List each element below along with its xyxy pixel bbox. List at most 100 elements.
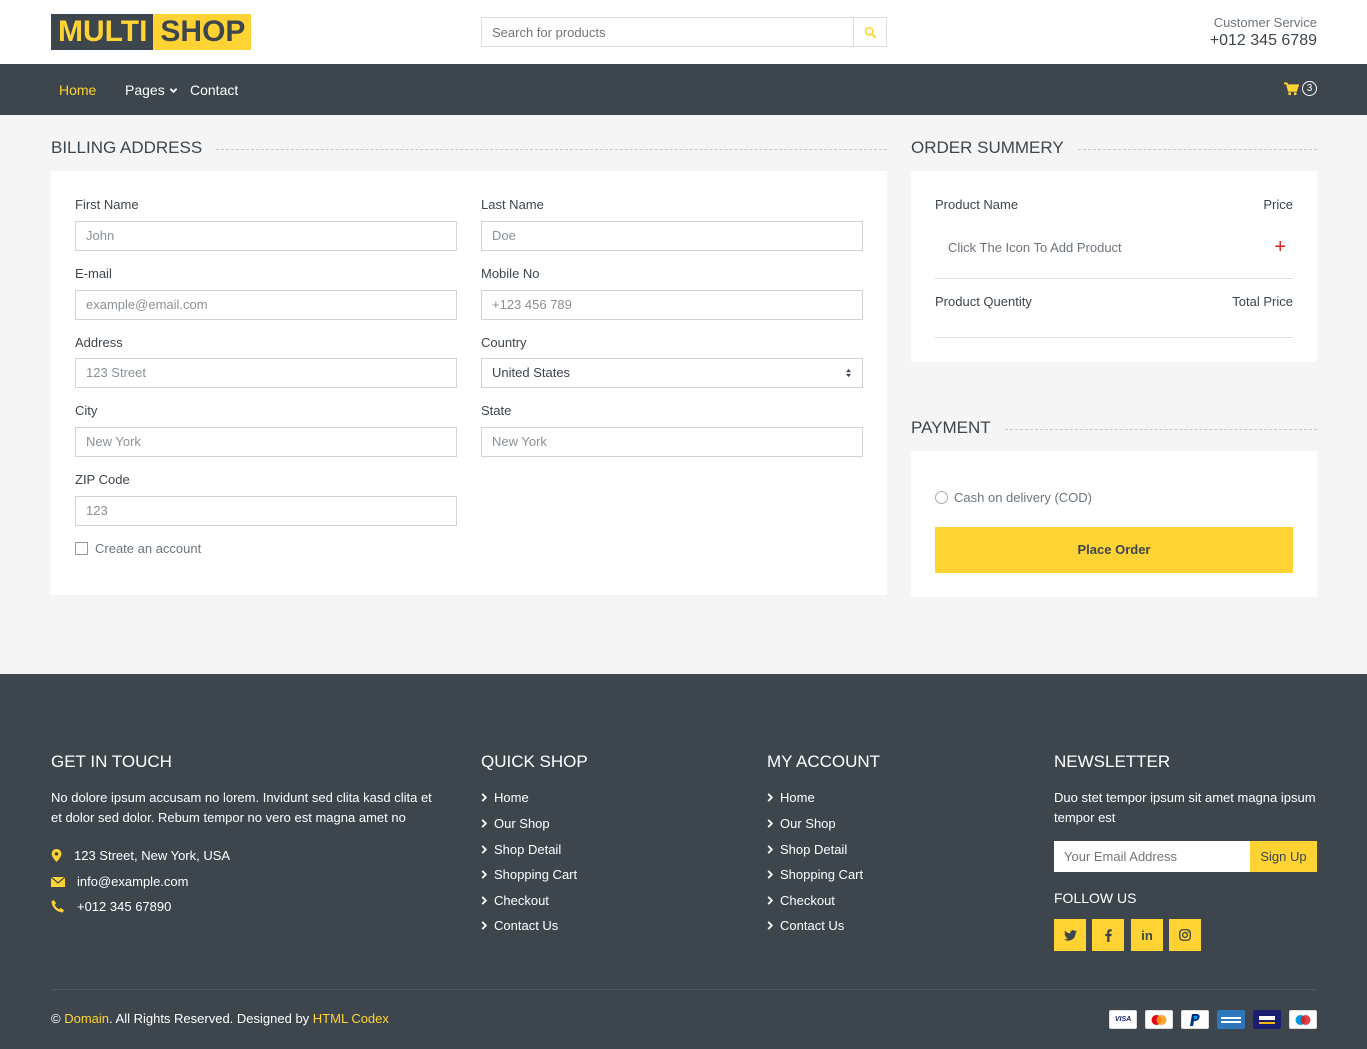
chevron-right-icon <box>767 921 773 930</box>
last-name-label: Last Name <box>481 197 544 212</box>
order-summary-panel: Product Name Price Click The Icon To Add… <box>911 171 1317 362</box>
paypal-icon <box>1181 1010 1209 1029</box>
cart-button[interactable]: 3 <box>1284 81 1317 96</box>
payment-heading: PAYMENT <box>911 418 1317 438</box>
state-field[interactable]: New York <box>481 427 863 457</box>
copyright: © Domain. All Rights Reserved. Designed … <box>51 1011 389 1026</box>
visa-electron-logo <box>1259 1015 1275 1024</box>
order-summary-title: ORDER SUMMERY <box>911 138 1064 157</box>
amex-icon <box>1217 1010 1245 1029</box>
instagram-icon <box>1179 929 1191 941</box>
mastercard-icon <box>1145 1010 1173 1029</box>
product-name-header: Product Name <box>935 197 1019 212</box>
nav-home[interactable]: Home <box>59 81 96 99</box>
linkedin-button[interactable]: in <box>1131 919 1163 951</box>
payment-title: PAYMENT <box>911 418 991 437</box>
create-account-checkbox[interactable] <box>75 542 88 555</box>
newsletter-email-input[interactable] <box>1054 841 1250 872</box>
quick-shop-link-checkout[interactable]: Checkout <box>481 893 549 908</box>
chevron-right-icon <box>481 896 487 905</box>
billing-form: First Name John Last Name Doe E-mail exa… <box>51 171 887 595</box>
visa-electron-icon <box>1253 1010 1281 1029</box>
chevron-right-icon <box>481 793 487 802</box>
cart-count-badge: 3 <box>1302 81 1317 96</box>
mobile-field[interactable]: +123 456 789 <box>481 290 863 320</box>
instagram-button[interactable] <box>1169 919 1201 951</box>
logo-part-2: SHOP <box>153 14 252 50</box>
my-account-link-our-shop[interactable]: Our Shop <box>767 816 836 831</box>
site-logo[interactable]: MULTI SHOP <box>51 14 252 50</box>
add-product-icon[interactable]: + <box>1274 237 1286 257</box>
logo-part-1: MULTI <box>51 14 154 50</box>
email-field[interactable]: example@email.com <box>75 290 457 320</box>
domain-link[interactable]: Domain <box>64 1011 109 1026</box>
footer-divider <box>51 989 1317 990</box>
state-label: State <box>481 403 512 418</box>
topbar: MULTI SHOP Customer Service +012 345 678… <box>0 0 1367 64</box>
link-label: Contact Us <box>494 918 559 933</box>
mobile-label: Mobile No <box>481 266 540 281</box>
link-label: Our Shop <box>780 816 836 831</box>
first-name-field[interactable]: John <box>75 221 457 251</box>
link-label: Shop Detail <box>494 842 562 857</box>
chevron-right-icon <box>481 921 487 930</box>
my-account-link-contact-us[interactable]: Contact Us <box>767 918 844 933</box>
quick-shop-link-home[interactable]: Home <box>481 790 529 805</box>
facebook-button[interactable] <box>1092 919 1124 951</box>
footer-email-text[interactable]: info@example.com <box>77 874 188 889</box>
my-account-link-shopping-cart[interactable]: Shopping Cart <box>767 867 863 882</box>
newsletter-text: Duo stet tempor ipsum sit amet magna ips… <box>1054 790 1316 825</box>
quick-shop-link-shop-detail[interactable]: Shop Detail <box>481 842 561 857</box>
visa-label: VISA <box>1114 1016 1132 1023</box>
place-order-button[interactable]: Place Order <box>935 527 1293 573</box>
quick-shop-title: QUICK SHOP <box>481 752 588 771</box>
summary-divider <box>935 337 1293 338</box>
address-field[interactable]: 123 Street <box>75 358 457 388</box>
footer-email: info@example.com <box>51 874 188 889</box>
search-button[interactable] <box>853 18 886 46</box>
cod-label: Cash on delivery (COD) <box>954 490 1092 505</box>
create-account-label: Create an account <box>95 541 202 556</box>
chevron-right-icon <box>767 896 773 905</box>
quick-shop-link-shopping-cart[interactable]: Shopping Cart <box>481 867 577 882</box>
search-input[interactable] <box>482 18 853 46</box>
my-account-link-shop-detail[interactable]: Shop Detail <box>767 842 847 857</box>
price-header: Price <box>1263 197 1293 212</box>
quick-shop-link-our-shop[interactable]: Our Shop <box>481 816 550 831</box>
nav-contact[interactable]: Contact <box>190 81 238 99</box>
maestro-icon <box>1289 1010 1317 1029</box>
link-label: Shop Detail <box>780 842 848 857</box>
first-name-label: First Name <box>75 197 139 212</box>
link-label: Checkout <box>780 893 835 908</box>
create-account-row[interactable]: Create an account <box>75 541 201 556</box>
quick-shop-link-contact-us[interactable]: Contact Us <box>481 918 558 933</box>
newsletter-title: NEWSLETTER <box>1054 752 1171 771</box>
payment-panel: Cash on delivery (COD) Place Order <box>911 451 1317 597</box>
heading-divider <box>216 148 887 150</box>
cod-option[interactable]: Cash on delivery (COD) <box>935 490 1092 505</box>
summary-divider <box>935 278 1293 279</box>
newsletter-form: Sign Up <box>1054 841 1317 872</box>
summary-header-row: Product Name Price <box>935 197 1293 212</box>
my-account-link-home[interactable]: Home <box>767 790 815 805</box>
follow-us-title: FOLLOW US <box>1054 890 1137 906</box>
nav-pages[interactable]: Pages <box>125 81 178 99</box>
footer: GET IN TOUCH No dolore ipsum accusam no … <box>0 674 1367 1049</box>
phone-icon <box>51 900 64 913</box>
my-account-link-checkout[interactable]: Checkout <box>767 893 835 908</box>
city-field[interactable]: New York <box>75 427 457 457</box>
sign-up-button[interactable]: Sign Up <box>1250 841 1317 872</box>
html-codex-link[interactable]: HTML Codex <box>313 1011 389 1026</box>
zip-field[interactable]: 123 <box>75 496 457 526</box>
country-label: Country <box>481 335 527 350</box>
city-label: City <box>75 403 98 418</box>
twitter-button[interactable] <box>1054 919 1086 951</box>
cod-radio[interactable] <box>935 491 948 504</box>
chevron-right-icon <box>767 845 773 854</box>
country-select[interactable]: United States <box>481 358 863 388</box>
chevron-right-icon <box>481 819 487 828</box>
heading-divider <box>1077 148 1317 150</box>
last-name-field[interactable]: Doe <box>481 221 863 251</box>
map-marker-icon <box>51 849 62 862</box>
navbar: Home Pages Contact 3 <box>0 64 1367 115</box>
